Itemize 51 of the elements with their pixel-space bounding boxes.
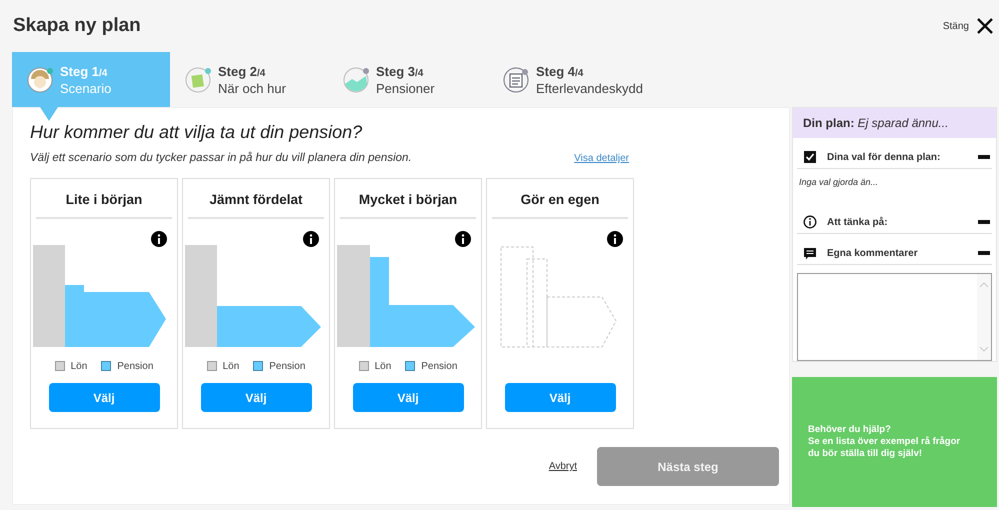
- info-icon[interactable]: [151, 231, 167, 247]
- choose-button[interactable]: Välj: [200, 383, 312, 412]
- empty-note: Inga val gjorda än...: [798, 176, 880, 189]
- close-link[interactable]: Stäng: [942, 20, 969, 32]
- legend-swatch: [405, 361, 416, 371]
- step-icon: [26, 66, 54, 94]
- scenario-title: Lite i början: [36, 179, 172, 219]
- legend-swatch: [54, 361, 65, 371]
- legend-swatch: [358, 361, 369, 371]
- scroll-down-icon[interactable]: [979, 346, 989, 352]
- close-icon[interactable]: [977, 18, 993, 34]
- plan-status: Din plan: Ej sparad ännu...: [793, 108, 996, 138]
- step-icon: [184, 66, 212, 94]
- scenario-title: Gör en egen: [492, 179, 628, 219]
- legend-label: Lön: [70, 360, 88, 372]
- legend-swatch: [253, 361, 264, 371]
- step-icon: [502, 66, 530, 94]
- section-title[interactable]: Dina val för denna plan:: [827, 152, 968, 162]
- comment-icon: [803, 246, 817, 260]
- legend-label: Pension: [421, 360, 458, 372]
- scenario-title: Jämnt fördelat: [188, 179, 324, 219]
- help-panel[interactable]: Behöver du hjälp? Se en lista över exempel rå frågor du bör ställa till dig själv!: [792, 377, 997, 507]
- info-icon[interactable]: [455, 231, 471, 247]
- instruction-text: Välj ett scenario som du tycker passar in på hur du vill planera din pension.: [30, 152, 412, 164]
- cancel-link[interactable]: Avbryt: [548, 461, 577, 472]
- step-icon: [342, 66, 370, 94]
- legend-label: Pension: [269, 360, 306, 372]
- window-title: Skapa ny plan: [13, 15, 141, 37]
- question-heading: Hur kommer du att vilja ta ut din pension?: [30, 122, 364, 143]
- legend-label: Lön: [374, 360, 392, 372]
- info-icon: [803, 215, 817, 229]
- scroll-up-icon[interactable]: [979, 282, 989, 288]
- legend-label: Pension: [117, 360, 154, 372]
- scenario-title: Mycket i början: [340, 179, 476, 219]
- comment-field[interactable]: [797, 273, 992, 361]
- step-tab[interactable]: Steg 3/4 Pensioner: [328, 52, 488, 107]
- legend-label: Lön: [222, 360, 240, 372]
- info-icon[interactable]: [607, 231, 623, 247]
- details-link[interactable]: Visa detaljer: [574, 153, 629, 164]
- step-tab[interactable]: Steg 4/4 Efterlevandeskydd: [488, 52, 646, 107]
- choose-button[interactable]: Välj: [352, 383, 464, 412]
- choose-button[interactable]: Välj: [48, 383, 160, 412]
- section-title[interactable]: Att tänka på:: [827, 216, 968, 228]
- checkbox-icon: [803, 150, 817, 164]
- choose-button[interactable]: Välj: [504, 383, 616, 412]
- step-tab[interactable]: Steg 2/4 När och hur: [170, 52, 328, 107]
- legend-swatch: [206, 361, 217, 371]
- help-text[interactable]: Behöver du hjälp? Se en lista över exempel rå frågor du bör ställa till dig själv!: [808, 424, 960, 460]
- info-icon[interactable]: [303, 231, 319, 247]
- section-title[interactable]: Egna kommentarer: [827, 248, 968, 258]
- legend-swatch: [101, 361, 112, 371]
